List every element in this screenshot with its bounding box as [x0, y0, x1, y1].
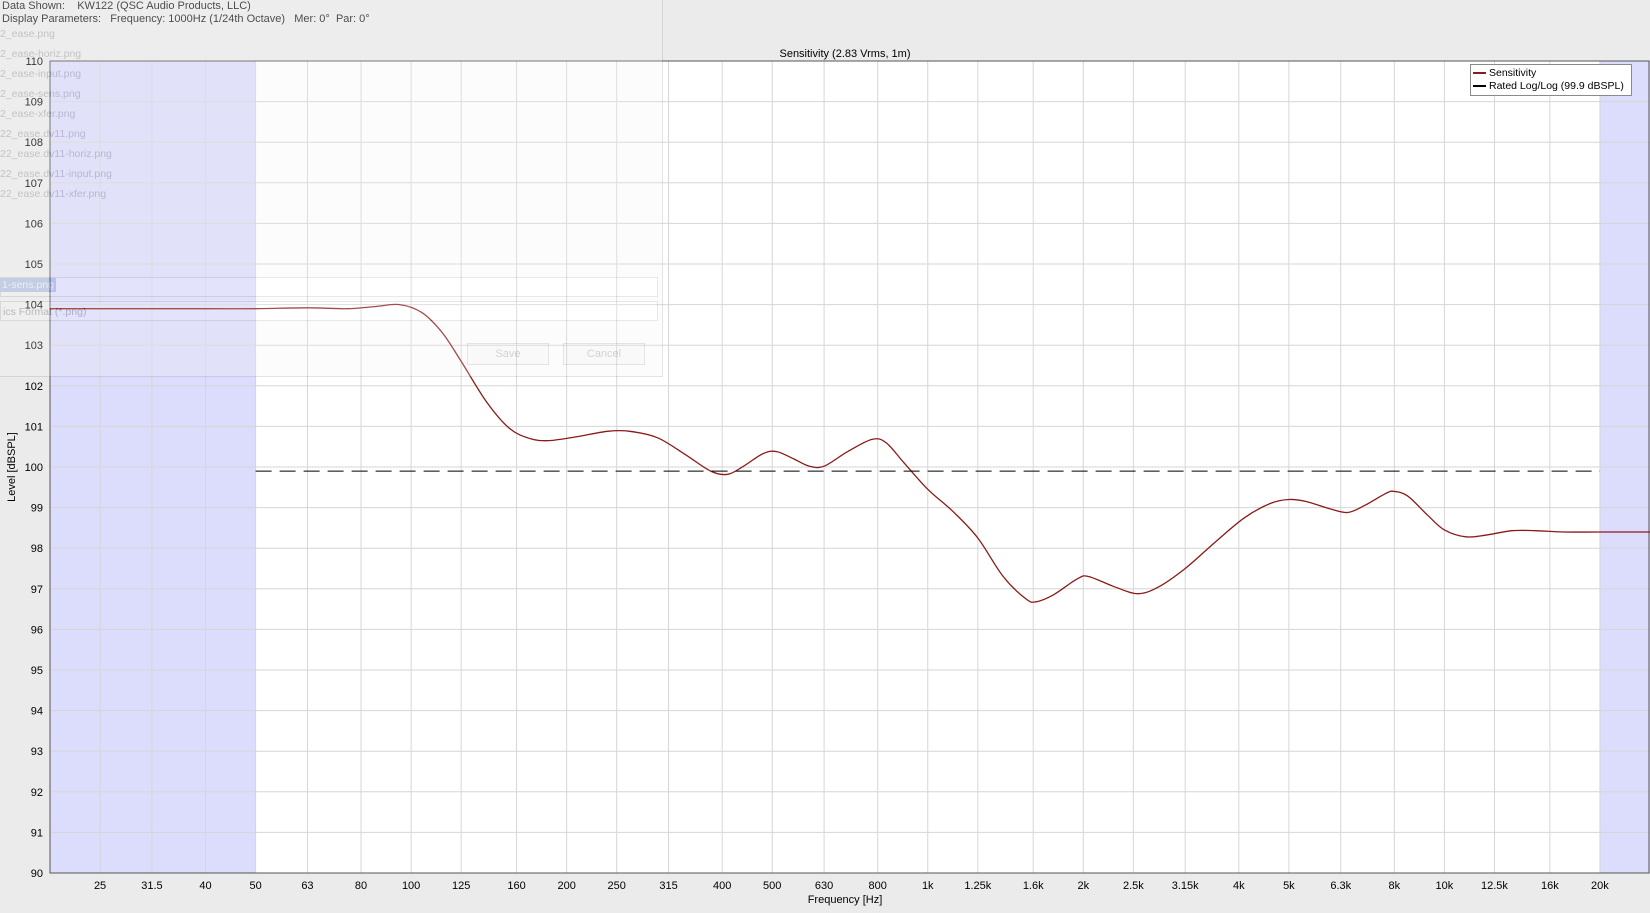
legend-swatch-sensitivity — [1473, 72, 1486, 75]
x-tick-label: 40 — [199, 880, 211, 892]
x-tick-label: 12.5k — [1481, 880, 1508, 892]
x-tick-label: 125 — [452, 880, 470, 892]
legend-swatch-rated — [1473, 85, 1486, 88]
x-tick-label: 20k — [1591, 880, 1609, 892]
x-tick-label: 630 — [815, 880, 833, 892]
y-tick-label: 103 — [25, 340, 43, 352]
y-tick-label: 99 — [31, 503, 43, 515]
y-axis-label: Level [dBSPL] — [6, 432, 18, 502]
data-shown-value: KW122 (QSC Audio Products, LLC) — [77, 0, 251, 12]
y-tick-label: 109 — [25, 97, 43, 109]
data-shown-line: Data Shown: KW122 (QSC Audio Products, L… — [2, 0, 251, 13]
legend-item-sensitivity: Sensitivity — [1473, 67, 1536, 80]
y-tick-label: 98 — [31, 543, 43, 555]
y-tick-label: 97 — [31, 584, 43, 596]
x-tick-label: 2.5k — [1123, 880, 1144, 892]
x-tick-label: 6.3k — [1330, 880, 1351, 892]
legend-item-rated: Rated Log/Log (99.9 dBSPL) — [1473, 80, 1624, 93]
x-tick-label: 5k — [1283, 880, 1295, 892]
data-shown-label: Data Shown: — [2, 0, 65, 12]
x-tick-label: 16k — [1541, 880, 1559, 892]
y-tick-label: 100 — [25, 462, 43, 474]
plot-area — [49, 60, 1650, 874]
x-tick-label: 200 — [557, 880, 575, 892]
chart-legend: Sensitivity Rated Log/Log (99.9 dBSPL) — [1470, 64, 1632, 96]
x-tick-label: 160 — [507, 880, 525, 892]
x-tick-label: 80 — [355, 880, 367, 892]
x-tick-label: 1.6k — [1023, 880, 1044, 892]
y-tick-label: 105 — [25, 259, 43, 271]
y-tick-label: 106 — [25, 218, 43, 230]
display-params-value: Frequency: 1000Hz (1/24th Octave) Mer: 0… — [110, 13, 370, 25]
x-tick-label: 2k — [1077, 880, 1089, 892]
display-params-label: Display Parameters: — [2, 13, 102, 25]
x-tick-label: 800 — [869, 880, 887, 892]
legend-label-sensitivity: Sensitivity — [1489, 67, 1537, 79]
x-tick-label: 3.15k — [1172, 880, 1199, 892]
x-tick-label: 1.25k — [964, 880, 991, 892]
x-tick-label: 50 — [249, 880, 261, 892]
x-tick-label: 315 — [659, 880, 677, 892]
y-tick-label: 91 — [31, 827, 43, 839]
y-tick-label: 108 — [25, 137, 43, 149]
y-tick-label: 95 — [31, 665, 43, 677]
chart-title: Sensitivity (2.83 Vrms, 1m) — [779, 48, 910, 60]
x-tick-label: 1k — [922, 880, 934, 892]
x-tick-label: 31.5 — [141, 880, 162, 892]
x-tick-label: 250 — [608, 880, 626, 892]
x-tick-label: 8k — [1389, 880, 1401, 892]
y-tick-label: 107 — [25, 178, 43, 190]
x-tick-label: 63 — [301, 880, 313, 892]
y-tick-label: 110 — [25, 56, 43, 68]
x-axis-label: Frequency [Hz] — [808, 894, 883, 906]
display-params-line: Display Parameters: Frequency: 1000Hz (1… — [2, 13, 370, 26]
y-tick-label: 94 — [31, 706, 43, 718]
x-tick-label: 4k — [1233, 880, 1245, 892]
x-tick-label: 25 — [94, 880, 106, 892]
sensitivity-chart: Sensitivity (2.83 Vrms, 1m) 25 31.5 40 50 63… — [6, 48, 1650, 906]
x-tick-label: 100 — [402, 880, 420, 892]
legend-label-rated: Rated Log/Log (99.9 dBSPL) — [1489, 80, 1624, 92]
x-tick-labels: 25 31.5 40 50 63 80 100 125 160 200 250 315 400 500 63… — [94, 880, 1609, 892]
y-tick-label: 90 — [31, 868, 43, 880]
y-tick-label: 102 — [25, 381, 43, 393]
y-tick-label: 96 — [31, 624, 43, 636]
y-tick-label: 101 — [25, 421, 43, 433]
y-tick-labels: 90 91 92 93 94 95 96 97 98 99 100 101 102 103 104 105 10… — [25, 56, 43, 880]
y-tick-label: 104 — [25, 300, 43, 312]
x-tick-label: 10k — [1436, 880, 1454, 892]
x-tick-label: 500 — [763, 880, 781, 892]
x-tick-label: 400 — [713, 880, 731, 892]
y-tick-label: 92 — [31, 787, 43, 799]
y-tick-label: 93 — [31, 746, 43, 758]
